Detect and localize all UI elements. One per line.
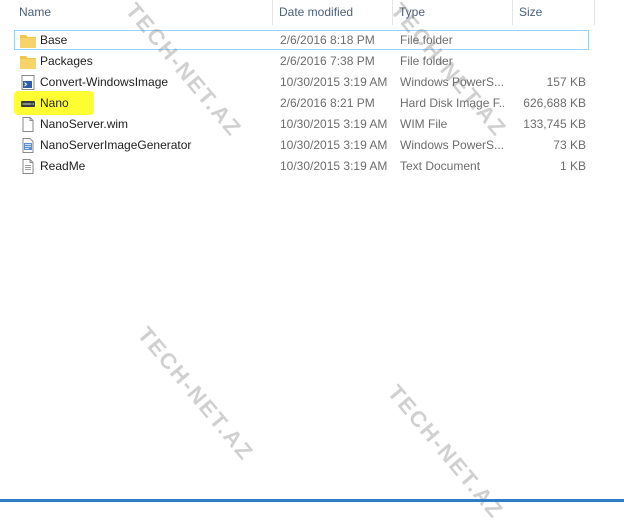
file-name: ReadMe xyxy=(40,159,86,173)
file-date: 10/30/2015 3:19 AM xyxy=(280,159,388,173)
file-row-convert-windowsimage[interactable]: Convert-WindowsImage 10/30/2015 3:19 AM … xyxy=(0,72,624,93)
folder-icon xyxy=(20,56,36,69)
file-size: 133,745 KB xyxy=(523,117,586,131)
text-document-icon xyxy=(22,159,34,174)
file-row-nanoserverimagegenerator[interactable]: NanoServerImageGenerator 10/30/2015 3:19… xyxy=(0,135,624,156)
file-name: NanoServerImageGenerator xyxy=(40,138,192,152)
file-date: 10/30/2015 3:19 AM xyxy=(280,117,388,131)
column-size-header[interactable]: Size xyxy=(513,0,595,25)
file-size: 157 KB xyxy=(546,75,586,89)
file-row-nano[interactable]: Nano 2/6/2016 8:21 PM Hard Disk Image F.… xyxy=(0,93,624,114)
file-row-readme[interactable]: ReadMe 10/30/2015 3:19 AM Text Document … xyxy=(0,156,624,177)
powershell-script-icon xyxy=(21,75,35,90)
file-list: Base 2/6/2016 8:18 PM File folder Packag… xyxy=(0,30,624,177)
file-size: 1 KB xyxy=(559,159,586,173)
file-size: 73 KB xyxy=(553,138,586,152)
file-date: 2/6/2016 8:18 PM xyxy=(280,33,375,47)
file-row-nanoserver-wim[interactable]: NanoServer.wim 10/30/2015 3:19 AM WIM Fi… xyxy=(0,114,624,135)
file-size: 626,688 KB xyxy=(523,96,586,110)
file-date: 2/6/2016 7:38 PM xyxy=(280,54,375,68)
column-header: Name Date modified Type Size xyxy=(0,0,624,26)
file-date: 2/6/2016 8:21 PM xyxy=(280,96,375,110)
powershell-module-icon xyxy=(22,138,34,153)
file-type: Text Document xyxy=(400,159,481,173)
file-row-base[interactable]: Base 2/6/2016 8:18 PM File folder xyxy=(0,30,624,51)
file-row-packages[interactable]: Packages 2/6/2016 7:38 PM File folder xyxy=(0,51,624,72)
folder-icon xyxy=(20,35,36,48)
file-date: 10/30/2015 3:19 AM xyxy=(280,138,388,152)
watermark: TECH-NET.AZ xyxy=(382,380,509,524)
disk-image-icon xyxy=(21,101,35,107)
file-date: 10/30/2015 3:19 AM xyxy=(280,75,388,89)
file-icon xyxy=(22,117,34,132)
column-date-header[interactable]: Date modified xyxy=(273,0,393,25)
watermark: TECH-NET.AZ xyxy=(132,322,259,466)
file-name: Convert-WindowsImage xyxy=(40,75,169,89)
